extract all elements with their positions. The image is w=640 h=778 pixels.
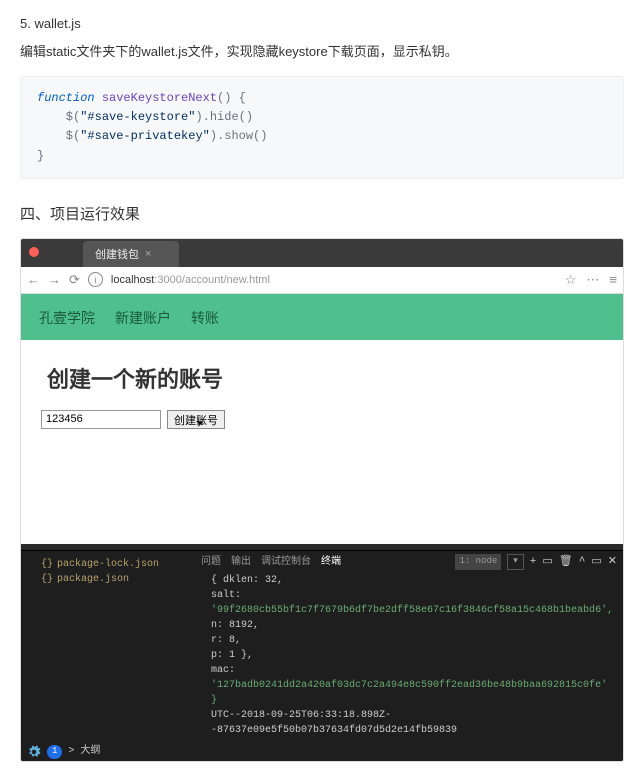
close-window-icon[interactable] [29,247,39,257]
terminal-selector[interactable]: 1: node [455,554,501,570]
section-heading: 四、项目运行效果 [20,203,624,224]
settings-gear-icon[interactable] [27,745,41,759]
password-input[interactable] [41,410,161,429]
badge-count[interactable]: 1 [47,745,62,759]
file-tree-panel: {}package-lock.json {}package.json [21,551,195,743]
page-viewport: 孔壹学院 新建账户 转账 创建一个新的账号 创建账号 ➤ [21,294,623,544]
nav-reload-button[interactable]: ⟳ [69,272,80,288]
browser-tab-active[interactable]: 创建钱包 × [83,241,179,267]
devtools-tab-output[interactable]: 输出 [231,555,251,570]
maximize-window-icon[interactable] [61,247,71,257]
terminal-close-icon[interactable]: ✕ [608,554,617,571]
function-name: saveKeystoreNext [102,91,217,105]
status-outline-label[interactable]: > 大纲 [68,744,100,759]
browser-address-bar: ← → ⟳ i localhost:3000/account/new.html … [21,267,623,294]
file-tree-item[interactable]: {}package-lock.json [41,557,191,572]
nav-link-transfer[interactable]: 转账 [191,308,219,328]
extensions-icon[interactable]: ⋯ [586,272,599,288]
terminal-up-icon[interactable]: ^ [579,554,586,571]
terminal-kill-icon[interactable]: 🗑 [559,554,573,571]
create-account-form: 创建账号 ➤ [41,410,603,429]
devtools-status-bar: 1 > 大纲 [21,742,623,761]
devtools-panel: {}package-lock.json {}package.json 问题 输出… [21,544,623,762]
devtools-tab-problems[interactable]: 问题 [201,555,221,570]
site-navbar: 孔壹学院 新建账户 转账 [21,294,623,340]
step-heading: 5. wallet.js [20,16,624,31]
file-tree-item[interactable]: {}package.json [41,572,191,587]
window-controls [29,247,71,257]
browser-tab-bar: 创建钱包 × [21,239,623,267]
step-description: 编辑static文件夹下的wallet.js文件，实现隐藏keystore下载页… [20,41,624,60]
page-title: 创建一个新的账号 [47,362,597,394]
code-block: function saveKeystoreNext() { $("#save-k… [20,76,624,179]
keyword-function: function [37,91,95,105]
close-tab-icon[interactable]: × [145,248,151,260]
nav-link-home[interactable]: 孔壹学院 [39,308,95,328]
terminal-output: { dklen: 32, salt: salt: '99f2680cb55bf1… [199,573,619,738]
terminal-split-icon[interactable]: ▭ [542,554,552,571]
terminal-maximize-icon[interactable]: ▭ [591,554,601,571]
terminal-dropdown-icon[interactable]: ▾ [507,554,524,570]
browser-menu-icon[interactable]: ≡ [609,272,617,287]
create-account-button[interactable]: 创建账号 ➤ [167,410,225,429]
terminal-new-icon[interactable]: + [530,554,537,571]
devtools-tab-bar: 问题 输出 调试控制台 终端 1: node ▾ + ▭ 🗑 ^ ▭ ✕ [199,551,619,574]
bookmark-star-icon[interactable]: ☆ [565,272,577,288]
devtools-tab-terminal[interactable]: 终端 [321,555,341,570]
screenshot-browser-window: 创建钱包 × ← → ⟳ i localhost:3000/account/ne… [20,238,624,763]
url-text[interactable]: localhost:3000/account/new.html [111,274,270,286]
devtools-tab-debug-console[interactable]: 调试控制台 [261,555,311,570]
nav-link-new-account[interactable]: 新建账户 [115,308,171,328]
nav-back-button[interactable]: ← [27,272,40,287]
tab-title: 创建钱包 [95,246,139,262]
minimize-window-icon[interactable] [45,247,55,257]
site-info-icon[interactable]: i [88,272,103,287]
nav-forward-button[interactable]: → [48,272,61,287]
